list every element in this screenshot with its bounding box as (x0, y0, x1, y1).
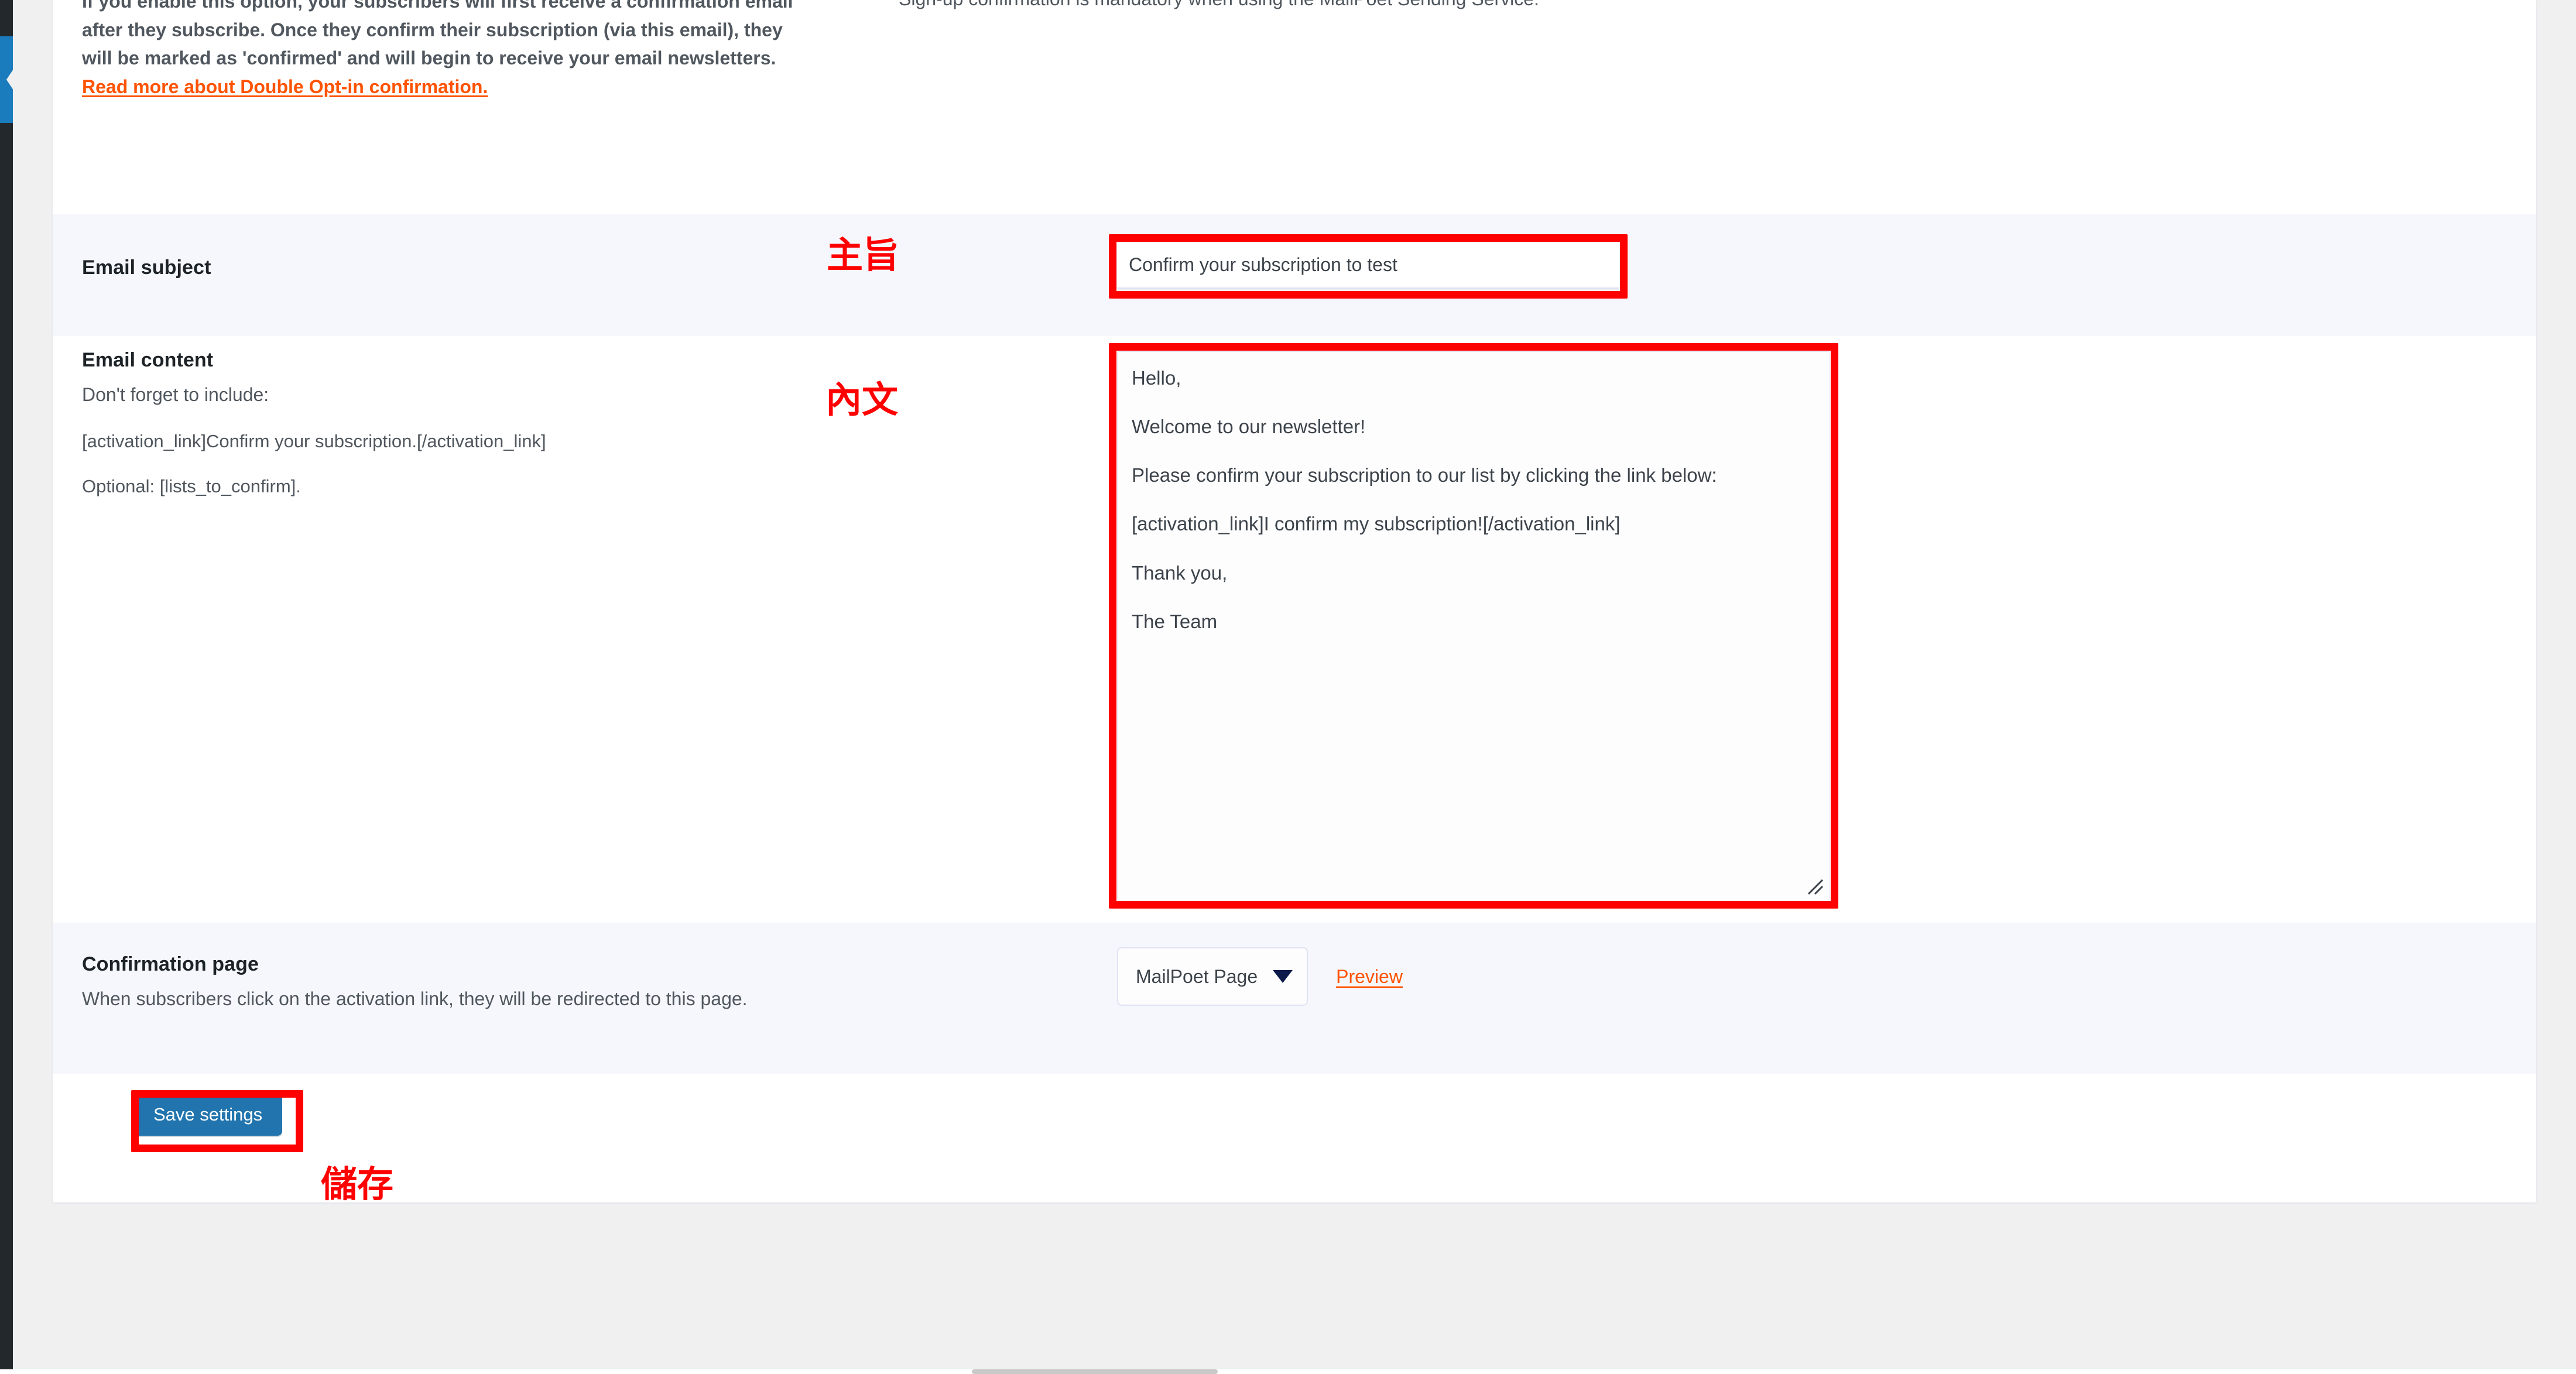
confirmation-page-select[interactable]: MailPoet Page (1117, 947, 1308, 1006)
resize-handle-icon[interactable] (1807, 878, 1824, 896)
double-optin-description: If you enable this option, your subscrib… (82, 0, 814, 101)
email-content-textarea[interactable]: Hello, Welcome to our newsletter! Please… (1117, 351, 1830, 900)
email-content-label: Email content (82, 349, 214, 371)
email-subject-label-col: Email subject (53, 214, 820, 280)
annotation-label-save: 儲存 (321, 1163, 394, 1205)
save-settings-row: Save settings (53, 1074, 2536, 1202)
confirmation-page-select-value: MailPoet Page (1136, 965, 1258, 987)
double-optin-description-text: If you enable this option, your subscrib… (82, 0, 793, 69)
signup-confirmation-settings-card: If you enable this option, your subscrib… (53, 0, 2536, 1202)
annotation-label-content: 內文 (825, 378, 899, 421)
confirmation-page-controls: MailPoet Page Preview (1117, 947, 1403, 1006)
confirmation-page-row: Confirmation page When subscribers click… (53, 923, 2536, 1074)
save-settings-button[interactable]: Save settings (133, 1094, 283, 1136)
confirmation-page-label: Confirmation page (82, 953, 259, 975)
email-content-desc: Don't forget to include: (82, 383, 269, 405)
settings-page: If you enable this option, your subscrib… (53, 0, 2576, 1374)
email-content-required-shortcode: [activation_link]Confirm your subscripti… (82, 430, 546, 451)
annotation-label-subject: 主旨 (827, 234, 900, 276)
sidebar-active-arrow-icon (0, 36, 13, 123)
read-more-double-optin-link[interactable]: Read more about Double Opt-in confirmati… (82, 76, 488, 97)
email-subject-input-wrap (1117, 242, 1619, 289)
email-content-optional-shortcode: Optional: [lists_to_confirm]. (82, 476, 301, 497)
email-content-textarea-wrap: Hello, Welcome to our newsletter! Please… (1117, 351, 1830, 900)
intro-description-row: If you enable this option, your subscrib… (53, 0, 2536, 214)
chevron-down-icon (1273, 970, 1293, 983)
email-content-label-col: Email content Don't forget to include: [… (53, 336, 820, 499)
horizontal-scrollbar[interactable] (972, 1369, 1218, 1374)
email-subject-row: Email subject (53, 214, 2536, 336)
confirmation-page-label-col: Confirmation page When subscribers click… (53, 923, 820, 1013)
browser-bottom-strip (0, 1369, 2576, 1374)
email-subject-label: Email subject (82, 256, 211, 279)
mandatory-notice: Sign-up confirmation is mandatory when u… (899, 0, 2304, 13)
wp-admin-sidebar (0, 0, 13, 1374)
email-subject-input[interactable] (1117, 242, 1619, 289)
page-gutter (13, 0, 53, 1374)
email-content-row: Email content Don't forget to include: [… (53, 336, 2536, 923)
confirmation-page-desc: When subscribers click on the activation… (82, 988, 748, 1009)
preview-link[interactable]: Preview (1336, 966, 1403, 988)
